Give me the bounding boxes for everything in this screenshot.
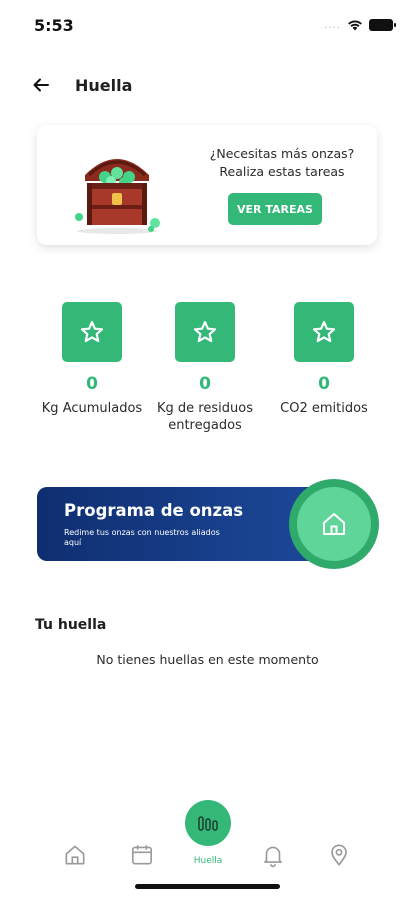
view-tasks-button[interactable]: VER TAREAS	[228, 193, 322, 225]
location-pin-icon	[331, 844, 347, 866]
tab-calendar[interactable]	[127, 840, 157, 870]
stat-kg-accumulated: 0 Kg Acumulados	[27, 302, 157, 417]
status-bar: 5:53 ....	[0, 0, 415, 50]
header: Huella	[0, 72, 415, 100]
bars-icon	[198, 816, 218, 831]
stat-value: 0	[86, 374, 98, 394]
calendar-icon	[131, 845, 153, 865]
tab-home[interactable]	[60, 840, 90, 870]
stat-icon-box	[62, 302, 122, 362]
stat-value: 0	[318, 374, 330, 394]
program-home-circle	[297, 487, 371, 561]
status-time: 5:53	[34, 16, 74, 35]
back-arrow-icon[interactable]	[30, 74, 52, 96]
star-icon	[312, 320, 336, 343]
tab-huella-label: Huella	[193, 856, 223, 866]
tasks-subtitle: Realiza estas tareas	[219, 164, 345, 179]
stat-label: Kg de residuos entregados	[157, 401, 253, 433]
tab-notifications[interactable]	[258, 840, 288, 870]
footprint-empty-message: No tienes huellas en este momento	[96, 652, 319, 667]
program-home-button[interactable]	[289, 479, 379, 569]
tab-location[interactable]	[324, 840, 354, 870]
tasks-card: ¿Necesitas más onzas? Realiza estas tare…	[37, 125, 377, 245]
home-icon	[65, 845, 85, 865]
stat-value: 0	[199, 374, 211, 394]
tasks-question: ¿Necesitas más onzas?	[209, 146, 355, 161]
stat-icon-box	[175, 302, 235, 362]
star-icon	[193, 320, 217, 343]
wifi-icon	[348, 20, 362, 31]
status-icons: ....	[324, 19, 396, 31]
stat-label: CO2 emitidos	[280, 401, 368, 416]
stat-co2: 0 CO2 emitidos	[259, 302, 389, 417]
bell-icon	[264, 846, 282, 868]
tasks-text: ¿Necesitas más onzas? Realiza estas tare…	[187, 145, 377, 181]
battery-icon	[369, 19, 396, 31]
tab-bar: Huella	[0, 800, 415, 880]
signal-icon: ....	[324, 19, 341, 31]
program-subtitle: Redime tus onzas con nuestros aliados aq…	[64, 528, 220, 547]
tab-huella[interactable]	[185, 800, 231, 846]
treasure-chest-icon	[75, 159, 160, 234]
stat-label: Kg Acumulados	[41, 401, 143, 416]
footprint-title: Tu huella	[35, 617, 107, 633]
star-icon	[80, 320, 104, 343]
home-indicator	[135, 884, 280, 889]
stat-kg-waste: 0 Kg de residuos entregados	[140, 302, 270, 434]
stat-icon-box	[294, 302, 354, 362]
page-title: Huella	[75, 76, 133, 95]
program-title: Programa de onzas	[64, 501, 244, 520]
home-icon	[323, 513, 345, 535]
